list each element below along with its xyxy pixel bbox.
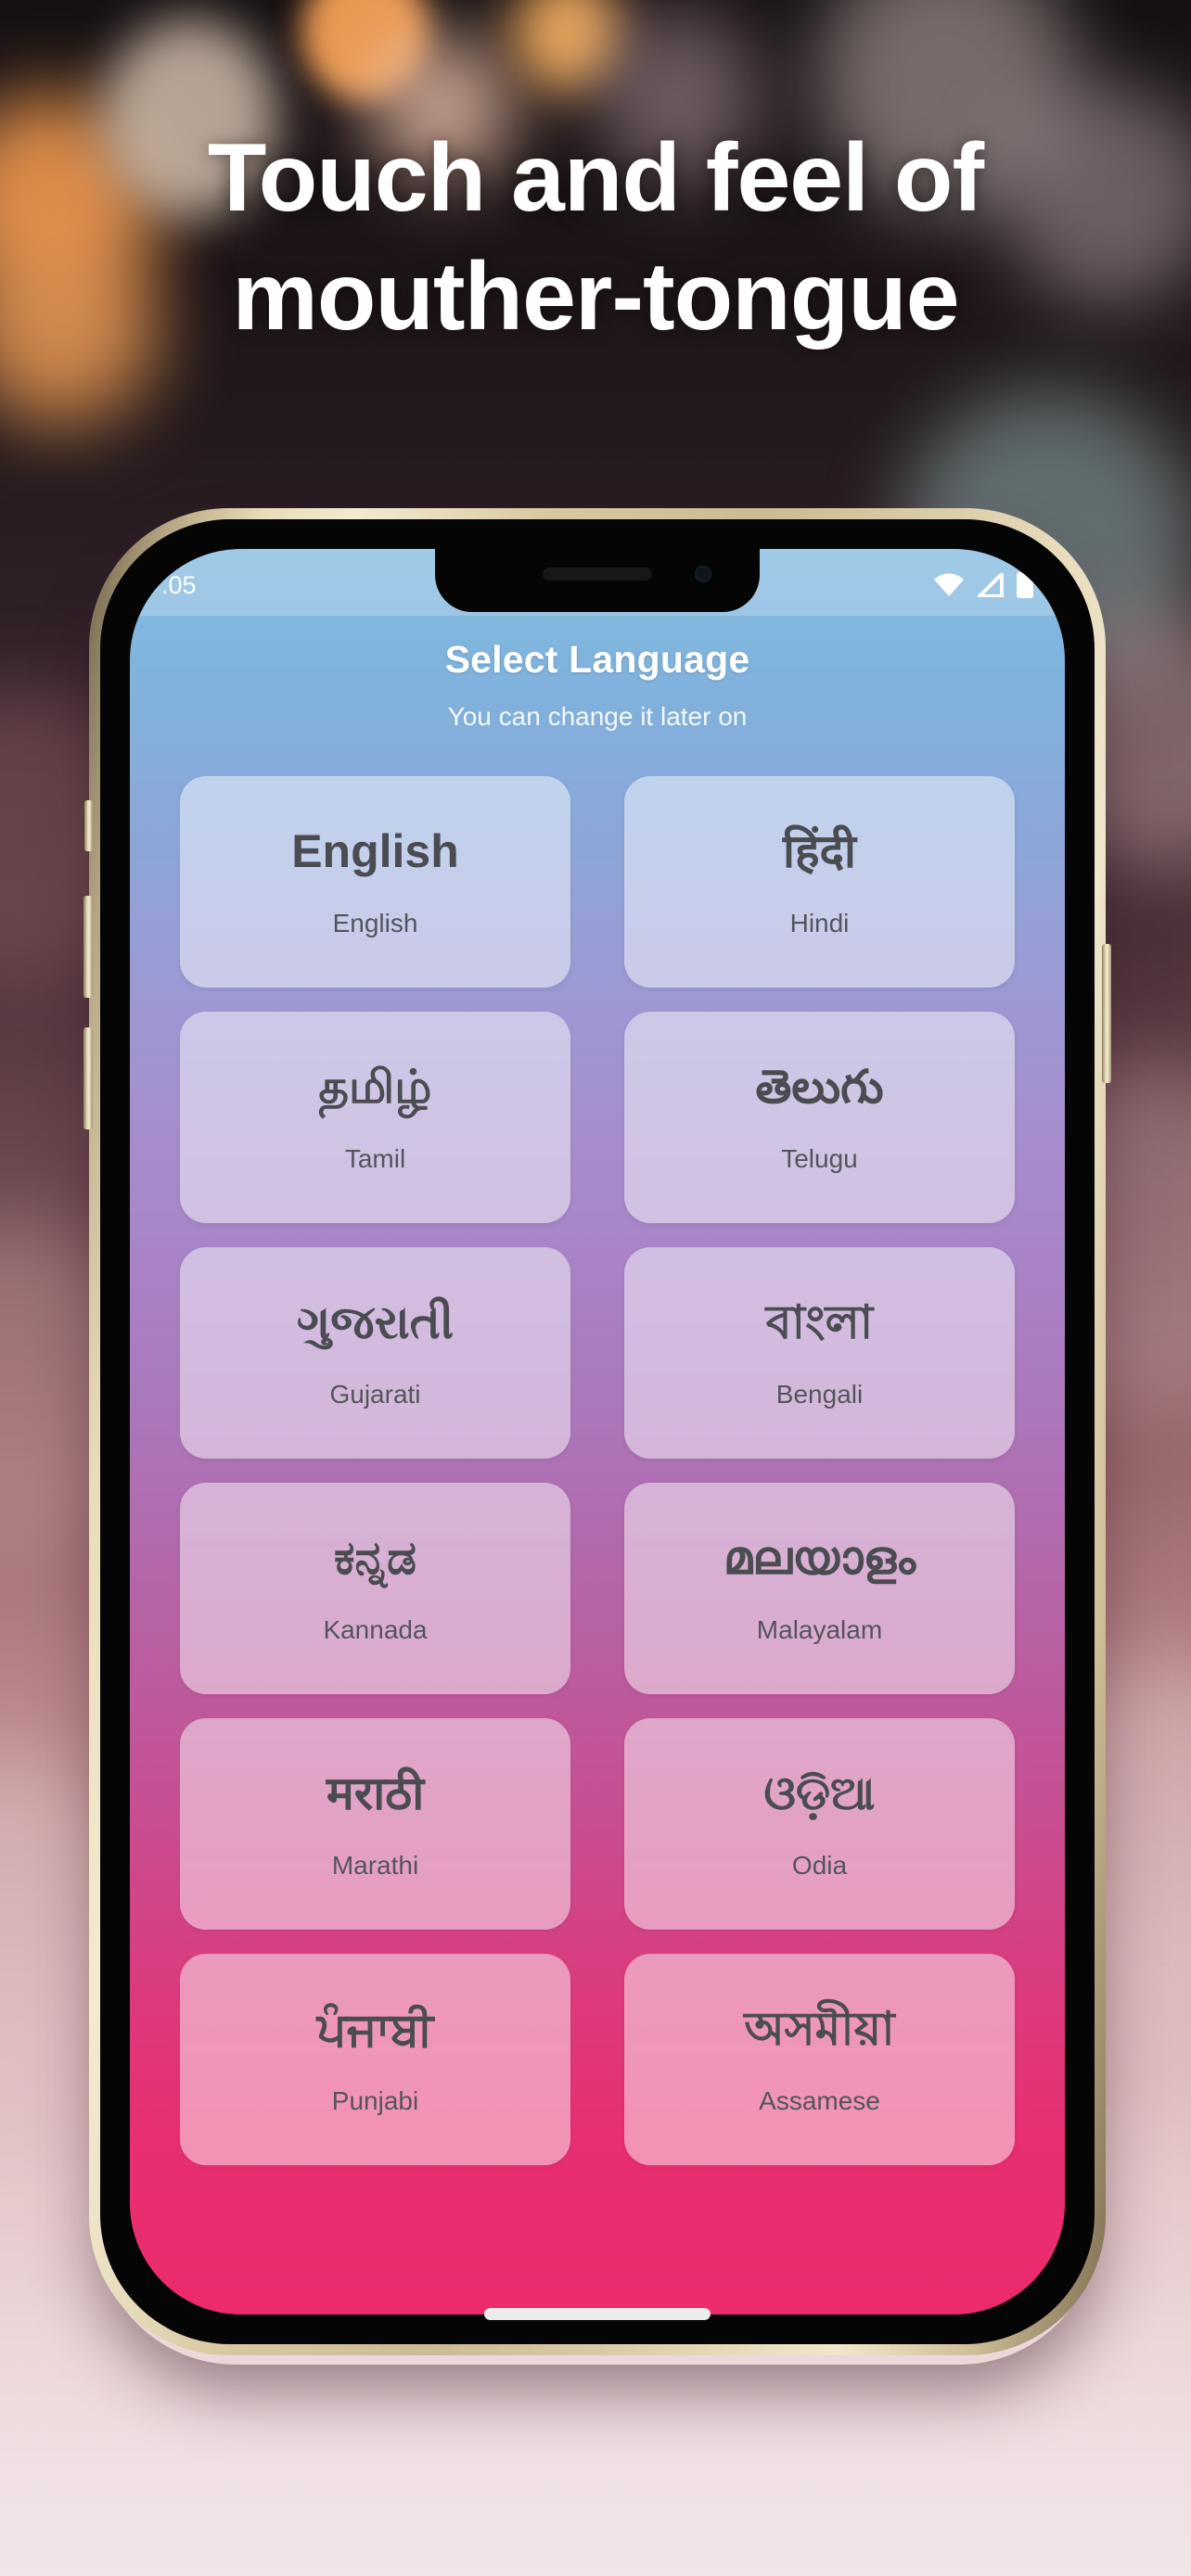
language-native-name: தமிழ் (318, 1061, 432, 1114)
language-card-assamese[interactable]: অসমীয়া Assamese (624, 1954, 1015, 2165)
language-english-name: Assamese (759, 2085, 880, 2115)
language-card-odia[interactable]: ଓଡ଼ିଆ Odia (624, 1718, 1015, 1930)
language-card-telugu[interactable]: తెలుగు Telugu (624, 1012, 1015, 1223)
language-english-name: Punjabi (331, 2085, 419, 2115)
status-bar-left: .05 (161, 566, 197, 600)
language-english-name: Marathi (331, 1850, 419, 1880)
language-card-bengali[interactable]: বাংলা Bengali (624, 1247, 1015, 1459)
language-english-name: Kannada (323, 1614, 428, 1644)
language-native-name: বাংলা (765, 1296, 874, 1349)
language-english-name: English (332, 908, 418, 937)
page-subtitle: You can change it later on (447, 702, 748, 731)
language-card-malayalam[interactable]: മലയാളം Malayalam (624, 1483, 1015, 1694)
home-indicator[interactable] (484, 2308, 711, 2320)
language-native-name: English (291, 825, 459, 878)
volume-down-button[interactable] (83, 1027, 93, 1129)
language-english-name: Malayalam (756, 1614, 883, 1644)
language-english-name: Telugu (781, 1143, 858, 1173)
app-content: Select Language You can change it later … (130, 549, 1065, 2315)
language-card-punjabi[interactable]: ਪੰਜਾਬੀ Punjabi (180, 1954, 570, 2165)
headline-line-2: mouther-tongue (232, 243, 959, 351)
battery-icon (1017, 572, 1033, 598)
language-native-name: অসমীয়া (744, 2003, 895, 2056)
language-native-name: ਪੰਜਾਬੀ (316, 2003, 434, 2056)
phone-frame: .05 Select Language You can change it la… (83, 508, 1111, 2355)
volume-up-button[interactable] (83, 896, 93, 998)
earpiece-speaker (543, 567, 652, 580)
language-card-gujarati[interactable]: ગુજરાતી Gujarati (180, 1247, 570, 1459)
phone-notch (435, 549, 760, 612)
headline-line-1: Touch and feel of (207, 124, 984, 232)
page-title: Select Language (444, 638, 750, 681)
language-native-name: తెలుగు (755, 1061, 884, 1114)
language-card-tamil[interactable]: தமிழ் Tamil (180, 1012, 570, 1223)
promo-headline: Touch and feel of mouther-tongue (0, 130, 1191, 345)
language-grid: English English हिंदी Hindi தமிழ் Tamil (130, 776, 1065, 2165)
language-english-name: Tamil (344, 1143, 406, 1173)
language-native-name: हिंदी (783, 825, 856, 878)
language-english-name: Bengali (775, 1379, 864, 1409)
language-native-name: ગુજરાતી (296, 1296, 455, 1349)
front-camera-icon (695, 566, 711, 582)
phone-mockup: .05 Select Language You can change it la… (83, 508, 1111, 2355)
power-button[interactable] (1102, 944, 1111, 1083)
language-english-name: Odia (791, 1850, 848, 1880)
language-native-name: मराठी (326, 1767, 425, 1820)
language-english-name: Hindi (789, 908, 850, 937)
status-bar-time: .05 (161, 570, 197, 599)
signal-icon (978, 573, 1004, 597)
phone-bezel: .05 Select Language You can change it la… (100, 519, 1095, 2344)
phone-screen: .05 Select Language You can change it la… (130, 549, 1065, 2315)
language-card-kannada[interactable]: ಕನ್ನಡ Kannada (180, 1483, 570, 1694)
language-card-english[interactable]: English English (180, 776, 570, 988)
status-bar-right (933, 567, 1033, 598)
wifi-icon (933, 573, 965, 597)
language-card-marathi[interactable]: मराठी Marathi (180, 1718, 570, 1930)
language-english-name: Gujarati (329, 1379, 421, 1409)
language-native-name: ଓଡ଼ିଆ (763, 1767, 876, 1820)
language-native-name: മലയാളം (723, 1532, 916, 1585)
language-native-name: ಕನ್ನಡ (334, 1532, 416, 1585)
mute-switch-button[interactable] (84, 800, 93, 851)
language-card-hindi[interactable]: हिंदी Hindi (624, 776, 1015, 988)
